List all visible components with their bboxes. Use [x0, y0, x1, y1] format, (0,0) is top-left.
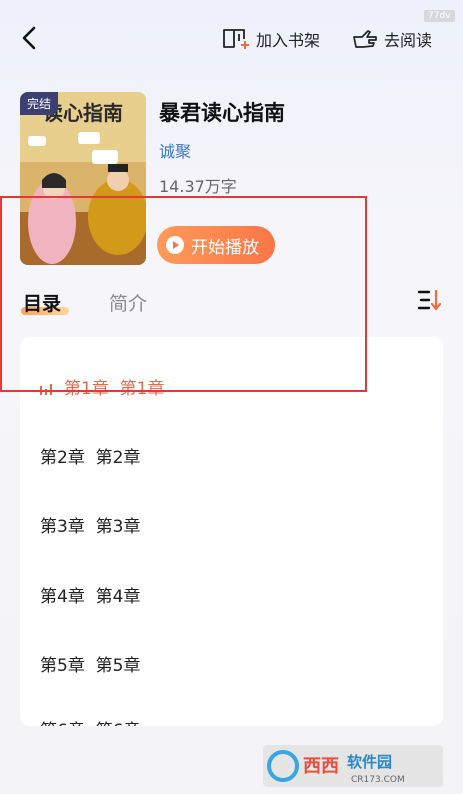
chapter-list[interactable]: 第1章 第1章 第2章 第2章 第3章 第3章 第4章 第4章 第5章 第5章 …	[20, 337, 443, 726]
annotation-highlight-box	[0, 196, 367, 392]
svg-text:西西: 西西	[303, 756, 339, 777]
sort-order-icon[interactable]	[417, 288, 443, 312]
word-count: 14.37万字	[159, 177, 237, 196]
pointing-hand-icon	[353, 30, 377, 48]
chapter-item-4[interactable]: 第4章 第4章	[40, 582, 140, 607]
completed-badge: 完结	[20, 92, 59, 115]
chapter-item-5[interactable]: 第5章 第5章	[40, 651, 140, 676]
chapter-item-2[interactable]: 第2章 第2章	[40, 443, 140, 468]
go-read-button[interactable]: 去阅读	[352, 26, 432, 52]
version-tag: 77dv	[424, 10, 455, 22]
chapter-item-3[interactable]: 第3章 第3章	[40, 512, 140, 537]
watermark-logo: 西西 软件园 CR173.COM	[263, 745, 443, 787]
bookshelf-add-icon	[223, 29, 249, 49]
add-to-shelf-label: 加入书架	[256, 31, 321, 50]
author-link[interactable]: 诚聚	[159, 138, 191, 162]
go-read-label: 去阅读	[384, 31, 433, 50]
back-arrow-icon[interactable]	[14, 22, 46, 54]
svg-text:CR173.COM: CR173.COM	[351, 775, 405, 785]
add-to-shelf-button[interactable]: 加入书架	[222, 26, 320, 52]
chapter-item-6[interactable]: 第6章 第6章	[40, 716, 140, 726]
book-title: 暴君读心指南	[159, 101, 285, 125]
svg-text:软件园: 软件园	[347, 753, 392, 771]
